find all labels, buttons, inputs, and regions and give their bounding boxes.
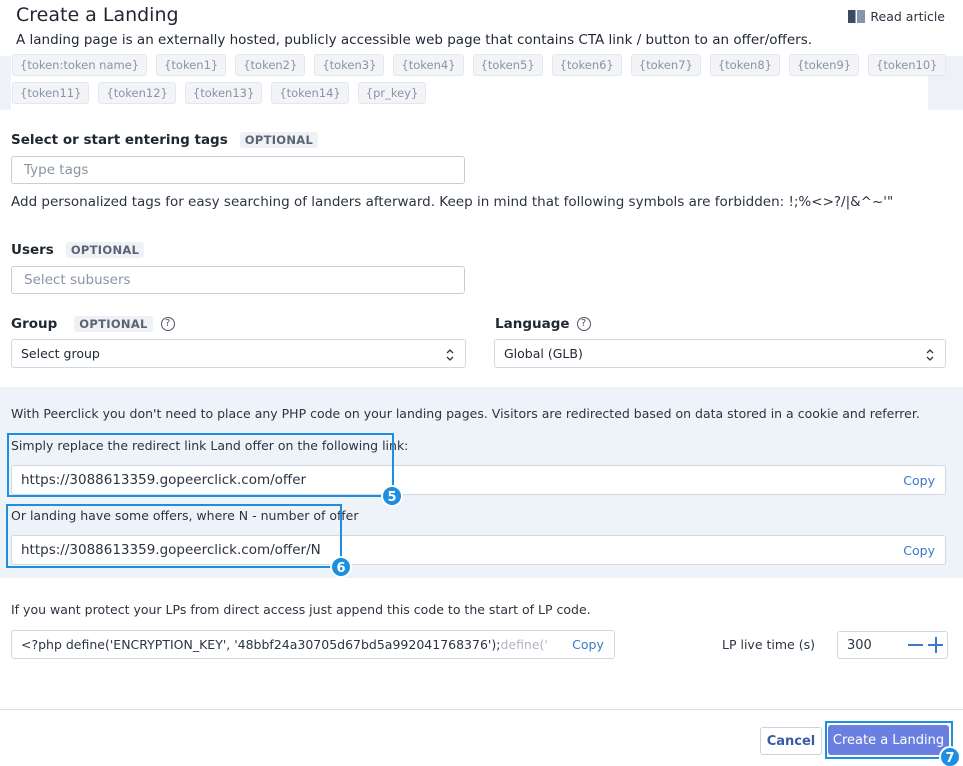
protect-lp-text: If you want protect your LPs from direct…: [11, 602, 591, 617]
read-article-link[interactable]: Read article: [848, 9, 945, 24]
tokens-row-2: {token11} {token12} {token13} {token14} {pr_…: [12, 82, 427, 104]
encryption-code-overflow: define(': [500, 637, 548, 652]
lp-live-time-label: LP live time (s): [722, 637, 815, 652]
callout-badge-5: 5: [381, 485, 403, 507]
users-select[interactable]: Select subusers: [11, 266, 465, 294]
group-label-text: Group: [11, 316, 58, 332]
cancel-button[interactable]: Cancel: [760, 727, 822, 755]
token-chip[interactable]: {pr_key}: [357, 82, 427, 104]
copy-offer-link-button[interactable]: Copy: [903, 473, 935, 488]
token-chip[interactable]: {token1}: [156, 54, 227, 76]
book-icon: [848, 10, 866, 23]
read-article-label: Read article: [870, 9, 945, 24]
lp-live-time-value: 300: [847, 637, 872, 653]
redirect-info-text: With Peerclick you don't need to place a…: [11, 406, 920, 421]
encryption-code-field[interactable]: <?php define('ENCRYPTION_KEY', '48bbf24a…: [11, 630, 615, 659]
token-chip[interactable]: {token6}: [551, 54, 622, 76]
callout-badge-6: 6: [330, 556, 352, 578]
group-select[interactable]: Select group: [11, 339, 466, 368]
callout-box-6: [6, 504, 342, 568]
tags-label: Select or start entering tags OPTIONAL: [11, 132, 319, 148]
token-chip[interactable]: {token8}: [709, 54, 780, 76]
tokens-row-1: {token:token name} {token1} {token2} {token…: [12, 54, 946, 76]
token-chip[interactable]: {token5}: [472, 54, 543, 76]
token-chip[interactable]: {token12}: [98, 82, 176, 104]
copy-code-button[interactable]: Copy: [562, 631, 614, 658]
tags-placeholder: Type tags: [24, 162, 89, 178]
group-select-value: Select group: [21, 346, 100, 361]
tags-optional-badge: OPTIONAL: [239, 132, 319, 148]
language-select-value: Global (GLB): [504, 346, 583, 361]
token-chip[interactable]: {token13}: [184, 82, 263, 104]
encryption-code-value: <?php define('ENCRYPTION_KEY', '48bbf24a…: [21, 637, 501, 652]
page-title: Create a Landing: [16, 4, 179, 26]
tags-hint: Add personalized tags for easy searching…: [11, 194, 894, 210]
users-label: Users OPTIONAL: [11, 242, 145, 258]
token-chip[interactable]: {token2}: [235, 54, 306, 76]
token-chip[interactable]: {token7}: [630, 54, 701, 76]
footer-divider: [0, 709, 963, 710]
token-chip[interactable]: {token:token name}: [12, 54, 148, 76]
language-select[interactable]: Global (GLB): [494, 339, 946, 368]
copy-multi-offer-link-button[interactable]: Copy: [903, 543, 935, 558]
token-chip[interactable]: {token3}: [314, 54, 385, 76]
page-subtitle: A landing page is an externally hosted, …: [16, 32, 813, 48]
group-optional-badge: OPTIONAL: [74, 316, 153, 332]
callout-box-7: [825, 721, 953, 759]
tags-input[interactable]: Type tags: [11, 156, 465, 184]
tokens-container: {token:token name} {token1} {token2} {token…: [11, 54, 946, 110]
language-label: Language ?: [495, 316, 591, 332]
users-optional-badge: OPTIONAL: [65, 242, 145, 258]
users-placeholder: Select subusers: [24, 272, 131, 288]
tags-label-text: Select or start entering tags: [11, 132, 228, 148]
token-chip[interactable]: {token11}: [12, 82, 90, 104]
token-chip[interactable]: {token10}: [868, 54, 946, 76]
decrement-icon[interactable]: [908, 644, 923, 646]
group-help-icon[interactable]: ?: [160, 317, 175, 331]
callout-box-5: [7, 433, 394, 497]
callout-badge-7: 7: [939, 746, 961, 766]
token-chip[interactable]: {token14}: [271, 82, 349, 104]
token-chip[interactable]: {token4}: [393, 54, 464, 76]
language-label-text: Language: [495, 316, 570, 332]
increment-icon-vertical[interactable]: [934, 637, 937, 653]
modal-header: Create a Landing A landing page is an ex…: [0, 0, 963, 56]
chevron-updown-icon: [446, 349, 454, 361]
users-label-text: Users: [11, 242, 54, 258]
language-help-icon[interactable]: ?: [576, 317, 591, 331]
group-label: Group OPTIONAL ?: [11, 316, 175, 332]
chevron-updown-icon: [926, 349, 934, 361]
token-chip[interactable]: {token9}: [788, 54, 860, 76]
